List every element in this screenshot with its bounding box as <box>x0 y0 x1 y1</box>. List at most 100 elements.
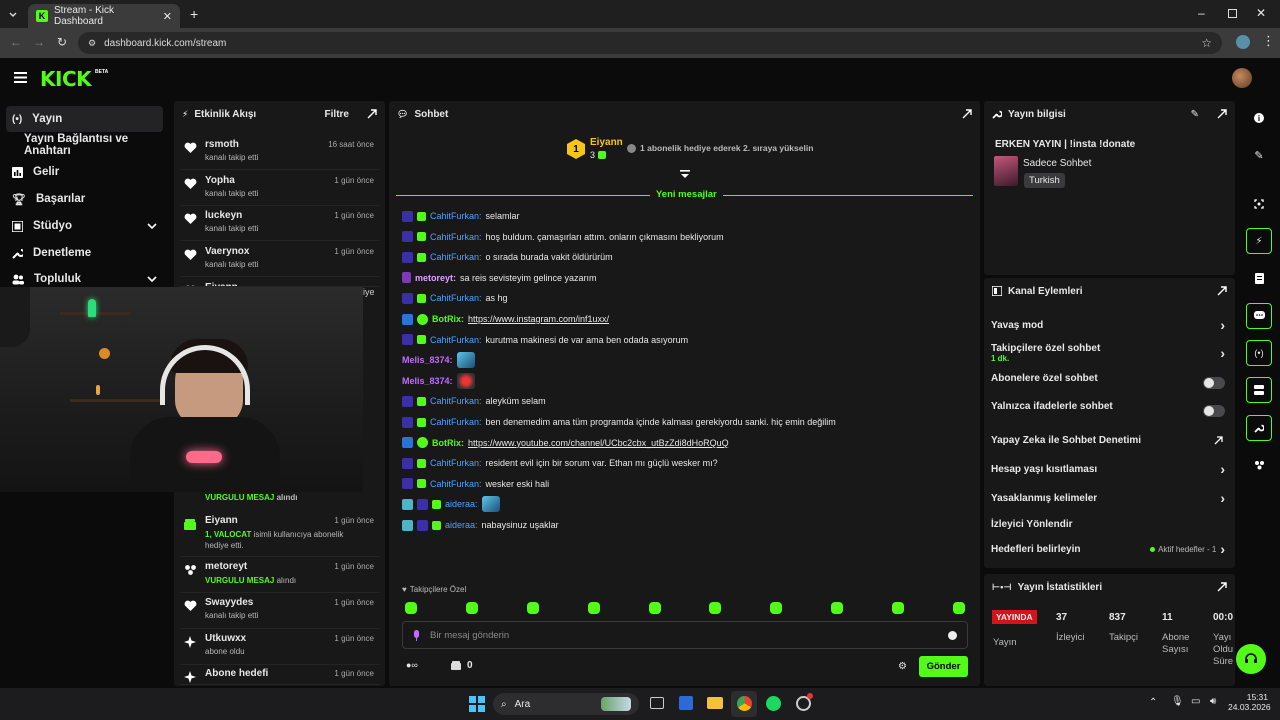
subscribers-chat-toggle[interactable] <box>1203 377 1225 389</box>
site-info-icon[interactable]: ⚙ <box>88 38 96 49</box>
document-icon[interactable] <box>1246 265 1272 291</box>
message-text[interactable]: https://www.youtube.com/channel/UCbc2cbx… <box>468 438 729 448</box>
nav-item-moderation[interactable]: Denetleme <box>6 240 163 266</box>
chat-message[interactable]: CahitFurkan: hoş buldum. çamaşırları attı… <box>402 229 724 245</box>
chat-message[interactable]: aideraa: nabaysinuz uşaklar <box>402 517 559 533</box>
popout-icon[interactable] <box>367 109 377 119</box>
activity-item[interactable]: Swayydes kanalı takip etti 1 gün önce <box>180 594 380 629</box>
chat-message[interactable]: aideraa: <box>402 496 500 513</box>
info-icon[interactable]: i <box>1246 105 1272 131</box>
tray-chevron-up-icon[interactable]: ⌃ <box>1149 697 1157 708</box>
chat-message[interactable]: CahitFurkan: aleyküm selam <box>402 393 546 409</box>
microphone-icon[interactable] <box>413 629 420 641</box>
layout-icon[interactable] <box>1246 377 1272 403</box>
emote-only-toggle[interactable] <box>1203 405 1225 417</box>
chat-message[interactable]: CahitFurkan: wesker eski hali <box>402 476 549 492</box>
chat-username[interactable]: CahitFurkan: <box>430 417 482 427</box>
chat-username[interactable]: CahitFurkan: <box>430 252 482 262</box>
pencil-icon[interactable]: ✎ <box>1246 142 1272 168</box>
chat-message[interactable]: BotRix: https://www.instagram.com/inf1uxx… <box>402 311 609 327</box>
quick-emote-icon[interactable] <box>648 602 661 614</box>
quick-emote-icon[interactable] <box>770 602 783 614</box>
chat-message[interactable]: CahitFurkan: resident evil için bir sorum… <box>402 455 718 471</box>
task-view-icon[interactable] <box>650 697 664 709</box>
start-button[interactable] <box>469 696 485 712</box>
send-button[interactable]: Gönder <box>919 656 968 677</box>
quick-emote-icon[interactable] <box>465 602 478 614</box>
activity-item[interactable]: rsmoth kanalı takip etti 16 saat önce <box>180 136 380 170</box>
chat-message[interactable]: CahitFurkan: as hg <box>402 290 508 306</box>
chevron-down-icon[interactable] <box>147 276 157 282</box>
followers-chat-row[interactable]: Takipçilere özel sohbet 1 dk. › <box>991 343 1231 367</box>
screenshot-icon[interactable] <box>1246 191 1272 217</box>
activity-item[interactable]: Eiyann 1, VALOCAT isimli kullanıcıya abon… <box>180 512 380 557</box>
chat-message[interactable]: CahitFurkan: kurutma makinesi de var ama … <box>402 332 688 348</box>
slow-mode-row[interactable]: Yavaş mod › <box>991 315 1231 335</box>
file-explorer-icon[interactable] <box>707 697 723 709</box>
nav-item-stream[interactable]: (•) Yayın <box>6 106 163 132</box>
address-bar[interactable]: ⚙ dashboard.kick.com/stream ☆ <box>78 32 1222 54</box>
chat-input[interactable]: Bir mesaj gönderin <box>402 621 968 649</box>
channel-points[interactable]: ●∞ <box>406 660 418 670</box>
quick-emote-icon[interactable] <box>587 602 600 614</box>
taskbar-search[interactable]: ⌕ Ara <box>493 693 639 715</box>
popout-icon[interactable] <box>1217 582 1227 592</box>
banned-words-row[interactable]: Yasaklanmış kelimeler › <box>991 488 1231 508</box>
nav-item-studio[interactable]: Stüdyo <box>6 213 163 239</box>
chat-username[interactable]: Melis_8374: <box>402 376 453 386</box>
store-icon[interactable] <box>679 696 693 710</box>
redirect-viewers-row[interactable]: İzleyici Yönlendir <box>991 514 1231 534</box>
goals-row[interactable]: Hedefleri belirleyin Aktif hedefler - 1 › <box>991 539 1231 559</box>
chrome-icon[interactable] <box>737 696 752 711</box>
chat-username[interactable]: BotRix: <box>432 438 464 448</box>
emoji-icon[interactable] <box>948 630 957 640</box>
activity-item[interactable]: Yopha kanalı takip etti 1 gün önce <box>180 172 380 206</box>
ai-moderation-row[interactable]: Yapay Zeka ile Sohbet Denetimi <box>991 430 1231 450</box>
chat-username[interactable]: CahitFurkan: <box>430 458 482 468</box>
browser-menu-icon[interactable]: ⋮ <box>1262 33 1275 49</box>
popout-icon[interactable] <box>1217 109 1227 119</box>
nav-item-stream-key[interactable]: Yayın Bağlantısı ve Anahtarı <box>6 132 163 158</box>
chest-points[interactable]: 0 <box>451 660 473 671</box>
quick-emote-icon[interactable] <box>952 602 965 614</box>
chat-username[interactable]: BotRix: <box>432 314 464 324</box>
reload-icon[interactable]: ↻ <box>57 35 67 49</box>
bookmark-star-icon[interactable]: ☆ <box>1201 36 1212 50</box>
chat-username[interactable]: metoreyt: <box>415 273 456 283</box>
forward-icon[interactable]: → <box>33 35 45 49</box>
collapse-pinned-icon[interactable] <box>680 170 690 180</box>
quick-emote-icon[interactable] <box>405 602 417 614</box>
chat-message[interactable]: Melis_8374: <box>402 372 475 389</box>
lightning-icon[interactable]: ⚡︎ <box>1246 228 1272 254</box>
chat-message[interactable]: Melis_8374: <box>402 352 475 369</box>
clock[interactable]: 15:31 24.03.2026 <box>1228 692 1271 712</box>
profile-avatar-icon[interactable] <box>1236 35 1250 49</box>
chat-username[interactable]: aideraa: <box>445 499 478 509</box>
chat-username[interactable]: CahitFurkan: <box>430 293 482 303</box>
activity-item[interactable]: luckeyn kanalı takip etti 1 gün önce <box>180 207 380 241</box>
message-text[interactable]: https://www.instagram.com/inf1uxx/ <box>468 314 609 324</box>
activity-item[interactable]: metoreyt VURGULU MESAJ alındı 1 gün önce <box>180 558 380 593</box>
maximize-icon[interactable] <box>1228 9 1237 18</box>
chat-message[interactable]: BotRix: https://www.youtube.com/channel/U… <box>402 435 729 451</box>
activity-item[interactable]: Vaerynox kanalı takip etti 1 gün önce <box>180 243 380 277</box>
activity-item[interactable]: Utkuwxx abone oldu 1 gün önce <box>180 630 380 665</box>
category-name[interactable]: Sadece Sohbet <box>1023 158 1091 169</box>
account-age-row[interactable]: Hesap yaşı kısıtlaması › <box>991 459 1231 479</box>
chat-username[interactable]: CahitFurkan: <box>430 211 482 221</box>
popout-icon[interactable] <box>1217 286 1227 296</box>
popout-icon[interactable] <box>962 109 972 119</box>
chat-username[interactable]: Melis_8374: <box>402 355 453 365</box>
volume-icon[interactable]: 🔊︎ <box>1210 696 1216 707</box>
chat-message[interactable]: CahitFurkan: o sırada burada vakit öldürü… <box>402 249 613 265</box>
chat-message[interactable]: CahitFurkan: selamlar <box>402 208 520 224</box>
chat-settings-icon[interactable]: ⚙ <box>898 661 907 672</box>
quick-emote-icon[interactable] <box>526 602 539 614</box>
network-icon[interactable]: ▭ <box>1191 696 1200 707</box>
chat-icon[interactable] <box>1246 303 1272 329</box>
user-avatar[interactable] <box>1232 68 1252 88</box>
help-support-button[interactable] <box>1236 644 1266 674</box>
chat-message[interactable]: metoreyt: sa reis sevisteyim gelince yaza… <box>402 270 597 286</box>
activity-item[interactable]: Abone hedefi 1 gün önce <box>180 665 380 685</box>
hamburger-menu-icon[interactable] <box>14 72 27 83</box>
